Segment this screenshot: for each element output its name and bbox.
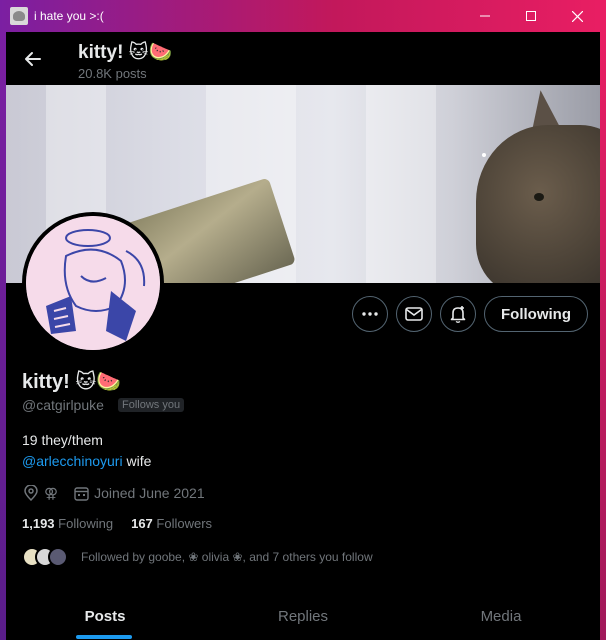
location-icon — [22, 484, 40, 502]
profile-handle: @catgirlpuke — [22, 397, 104, 413]
message-icon — [405, 307, 423, 321]
notification-bell-icon — [450, 306, 466, 323]
followed-by-text: Followed by goobe, ❀ olivia ❀, and 7 oth… — [81, 550, 373, 564]
avatar-image — [26, 216, 160, 350]
profile-tabs: Posts Replies Media — [6, 592, 600, 640]
following-label: Following — [58, 516, 114, 531]
header-display-name: kitty! 🐱🍉 — [78, 42, 173, 63]
bio-line: @arlecchinoyuri wife — [22, 453, 151, 469]
calendar-icon — [72, 484, 90, 502]
banner-cat — [476, 125, 600, 283]
avatar-drawing — [26, 216, 160, 350]
joined-date: Joined June 2021 — [94, 485, 205, 501]
followers-stat[interactable]: 167 Followers — [131, 516, 212, 531]
tab-media[interactable]: Media — [402, 592, 600, 640]
avatar — [48, 547, 68, 567]
notifications-button[interactable] — [440, 296, 476, 332]
follows-you-badge: Follows you — [118, 398, 185, 412]
bio-mention-link[interactable]: @arlecchinoyuri — [22, 453, 123, 469]
tab-replies[interactable]: Replies — [204, 592, 402, 640]
close-icon — [571, 10, 583, 22]
bio-text: wife — [122, 453, 152, 469]
minimize-icon — [480, 15, 490, 17]
bio-line: 19 they/them — [22, 432, 103, 448]
profile-avatar[interactable] — [22, 212, 164, 354]
back-button[interactable] — [20, 46, 46, 72]
window-border-right — [600, 32, 606, 640]
more-options-button[interactable] — [352, 296, 388, 332]
close-button[interactable] — [554, 0, 600, 32]
tab-posts[interactable]: Posts — [6, 592, 204, 640]
window-titlebar: i hate you >:( — [0, 0, 606, 32]
active-tab-indicator — [76, 635, 132, 639]
app-icon — [10, 7, 28, 25]
banner-cat-eye — [534, 193, 544, 201]
following-count: 1,193 — [22, 516, 55, 531]
more-icon — [362, 312, 378, 316]
window-title: i hate you >:( — [34, 9, 104, 23]
profile-display-name: kitty! 🐱🍉 — [22, 371, 122, 393]
following-stat[interactable]: 1,193 Following — [22, 516, 113, 531]
followed-by-row[interactable]: Followed by goobe, ❀ olivia ❀, and 7 oth… — [22, 545, 373, 569]
follow-stats: 1,193 Following 167 Followers — [22, 516, 212, 531]
location-text: ⚢ — [44, 484, 59, 501]
maximize-button[interactable] — [508, 0, 554, 32]
profile-page: kitty! 🐱🍉 20.8K posts Following kitty! 🐱… — [6, 32, 600, 640]
maximize-icon — [526, 11, 536, 21]
followers-count: 167 — [131, 516, 153, 531]
back-arrow-icon — [25, 52, 41, 66]
minimize-button[interactable] — [462, 0, 508, 32]
header-post-count: 20.8K posts — [78, 66, 147, 81]
banner-curtain — [366, 85, 436, 283]
profile-meta: ⚢ Joined June 2021 — [22, 484, 205, 502]
message-button[interactable] — [396, 296, 432, 332]
followers-label: Followers — [156, 516, 213, 531]
following-button[interactable]: Following — [484, 296, 588, 332]
